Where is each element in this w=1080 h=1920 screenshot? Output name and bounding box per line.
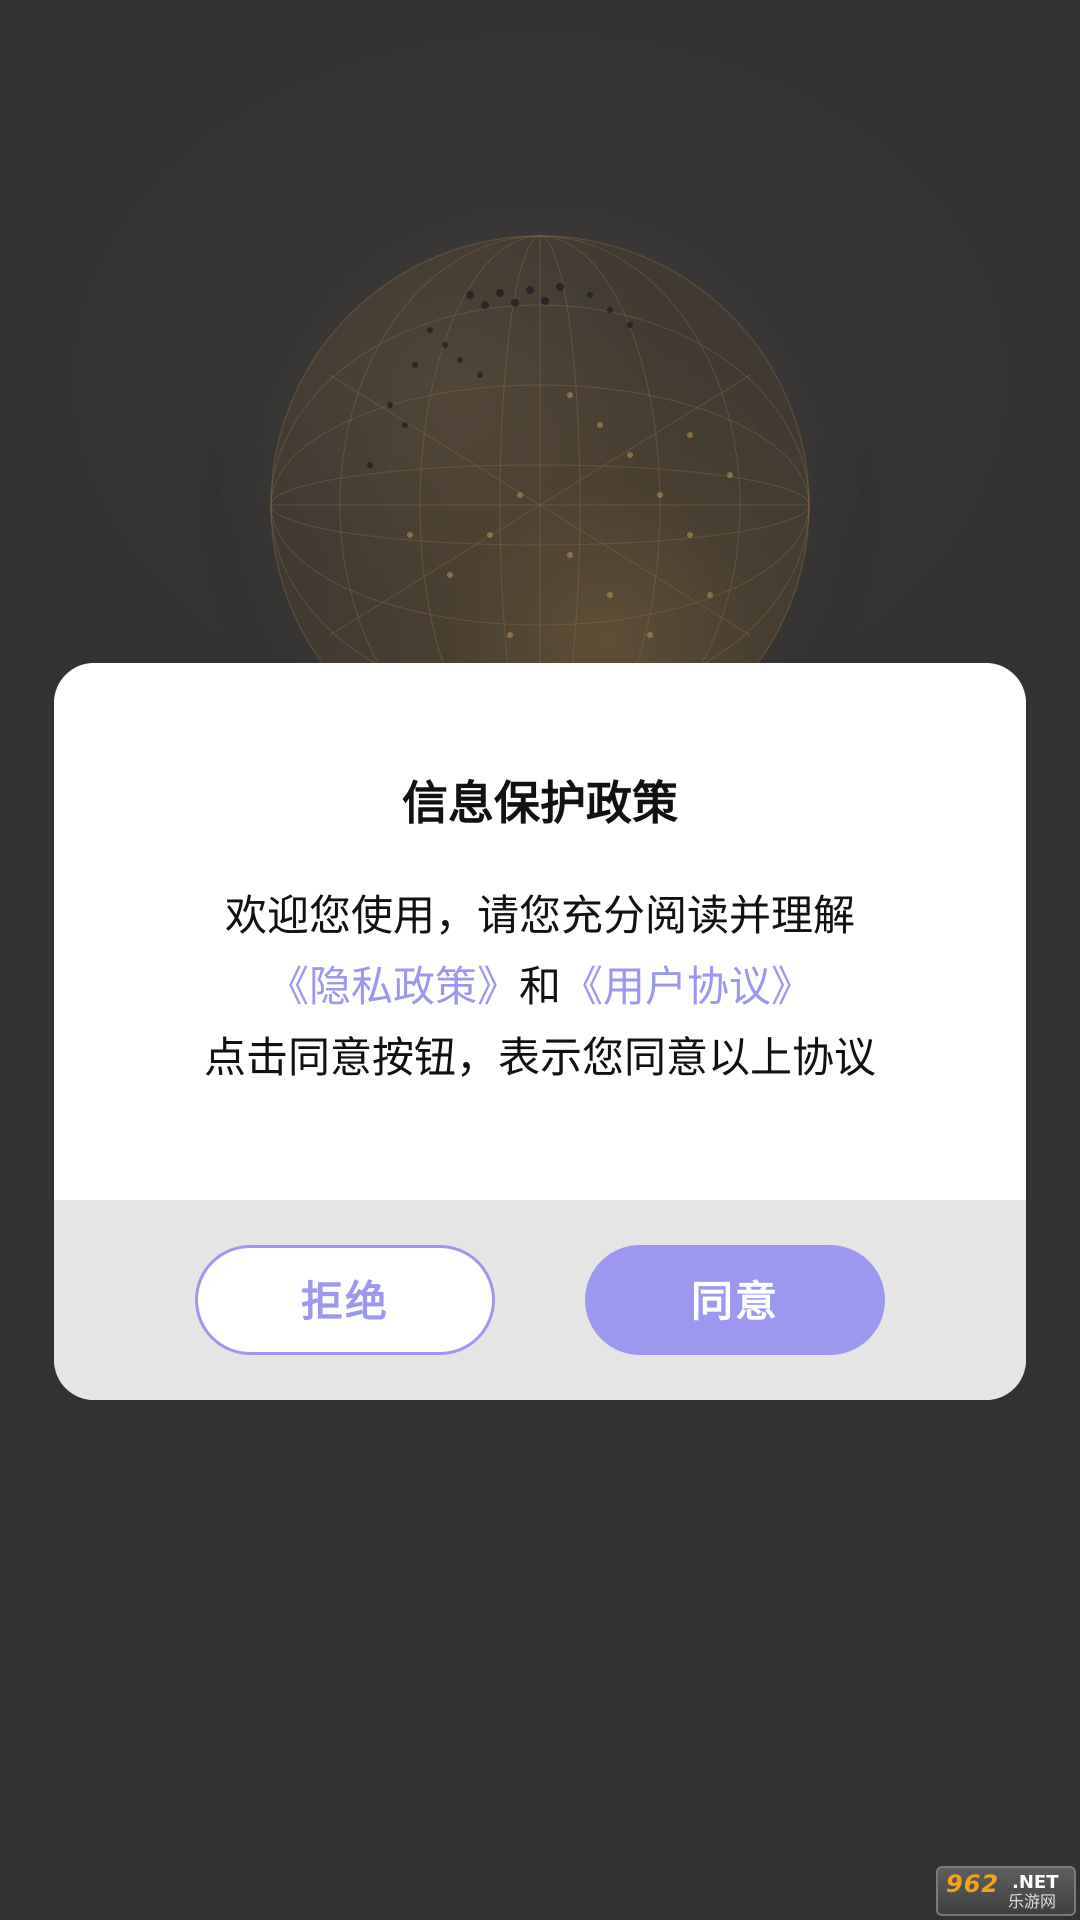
watermark-number: 962	[946, 1870, 1000, 1898]
dialog-title: 信息保护政策	[402, 776, 678, 830]
accept-button[interactable]: 同意	[585, 1245, 885, 1355]
privacy-policy-link[interactable]: 《隐私政策》	[267, 962, 519, 1011]
dialog-body: 信息保护政策 欢迎您使用，请您充分阅读并理解 《隐私政策》和《用户协议》 点击同…	[54, 663, 1026, 1200]
reject-button[interactable]: 拒绝	[195, 1245, 495, 1355]
dialog-consent-text: 点击同意按钮，表示您同意以上协议	[203, 1033, 876, 1082]
user-agreement-link[interactable]: 《用户协议》	[561, 962, 813, 1011]
app-screen: 信息保护政策 欢迎您使用，请您充分阅读并理解 《隐私政策》和《用户协议》 点击同…	[0, 0, 1080, 1920]
and-text: 和	[518, 962, 561, 1011]
watermark-subtext: 乐游网	[1008, 1892, 1057, 1911]
privacy-policy-dialog: 信息保护政策 欢迎您使用，请您充分阅读并理解 《隐私政策》和《用户协议》 点击同…	[54, 663, 1026, 1400]
site-watermark-logo: 962 .NET 乐游网	[936, 1866, 1076, 1916]
dialog-intro-text: 欢迎您使用，请您充分阅读并理解	[224, 891, 855, 940]
dialog-links-line: 《隐私政策》和《用户协议》	[54, 959, 1026, 1015]
